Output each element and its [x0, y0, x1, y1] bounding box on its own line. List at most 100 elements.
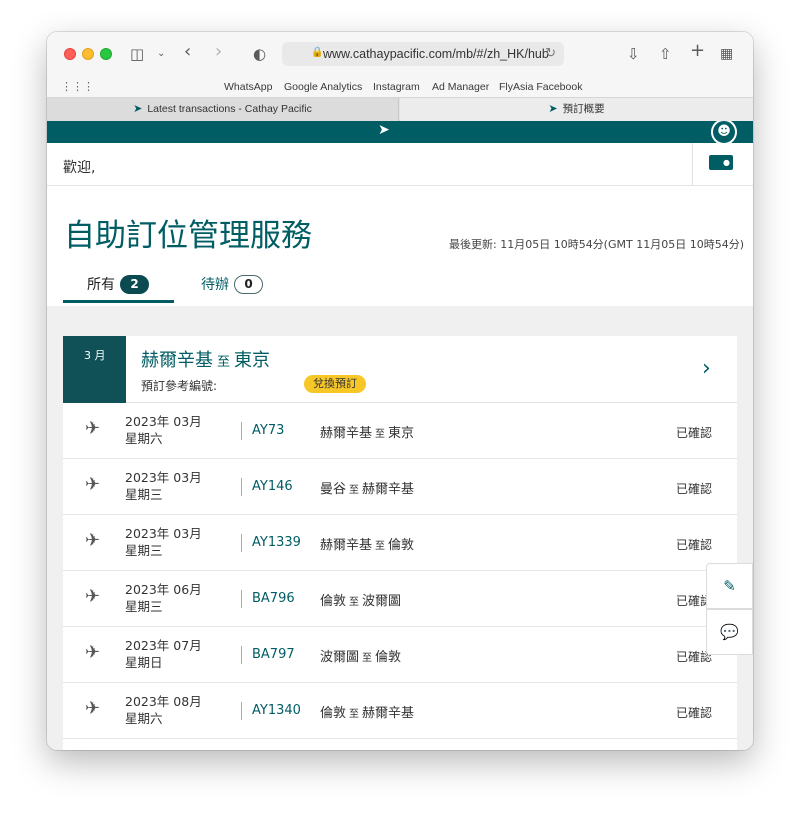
tab-pending-count: 0	[234, 275, 263, 294]
flight-date-month: 2023年 03月	[125, 526, 202, 541]
edit-note-icon[interactable]: ✎	[706, 563, 753, 609]
booking-route[interactable]: 赫爾辛基至東京	[141, 346, 270, 372]
tab-title: Latest transactions - Cathay Pacific	[147, 103, 312, 115]
flight-destination: 倫敦	[388, 538, 415, 553]
bookmark-ad-manager[interactable]: Ad Manager	[432, 81, 489, 93]
bookmarks-bar: ⋮⋮⋮ WhatsApp Google Analytics Instagram …	[47, 77, 753, 97]
cathay-favicon-icon: ➤	[133, 103, 143, 115]
tab-pending[interactable]: 待辦 0	[201, 274, 263, 294]
flight-date: 2023年 06月 星期三	[125, 581, 202, 615]
new-tab-icon[interactable]: +	[690, 41, 705, 61]
flight-date: 2023年 03月 星期三	[125, 469, 202, 503]
tab-bar: ➤ Latest transactions - Cathay Pacific ➤ 預…	[47, 97, 753, 121]
flight-to-word: 至	[349, 597, 360, 608]
flight-route: 倫敦至赫爾辛基	[320, 702, 414, 721]
chevron-right-icon[interactable]: ›	[702, 356, 711, 381]
flight-date: 2023年 03月 星期六	[125, 413, 202, 447]
flight-origin: 倫敦	[320, 706, 347, 721]
lock-icon: 🔒	[311, 47, 324, 58]
tab-booking-summary[interactable]: ➤ 預訂概要	[400, 98, 753, 121]
tab-all[interactable]: 所有 2	[87, 274, 149, 294]
flight-weekday: 星期三	[125, 599, 163, 614]
bookmark-flyasia-facebook[interactable]: FlyAsia Facebook	[499, 81, 582, 93]
divider	[241, 646, 242, 664]
flight-number: BA797	[252, 647, 295, 662]
address-bar[interactable]: 🔒 www.cathaypacific.com/mb/#/zh_HK/hub ↻	[282, 42, 564, 66]
flight-route: 赫爾辛基至東京	[320, 422, 414, 441]
tab-overview-icon[interactable]: ▦	[720, 44, 733, 64]
flight-destination: 赫爾辛基	[362, 706, 415, 721]
flight-origin: 曼谷	[320, 482, 347, 497]
flight-route: 倫敦至波爾圖	[320, 590, 401, 609]
divider	[241, 702, 242, 720]
flight-date-month: 2023年 06月	[125, 582, 202, 597]
flight-row[interactable]: ✈ 2023年 03月 星期六 AY73 赫爾辛基至東京 已確認	[63, 403, 737, 459]
booking-month: 3 月	[63, 336, 126, 403]
flight-row[interactable]: ✈ 2023年 03月 星期三 AY146 曼谷至赫爾辛基 已確認	[63, 459, 737, 515]
divider	[692, 143, 693, 186]
plane-icon: ✈	[85, 474, 101, 495]
chevron-down-icon[interactable]: ⌄	[157, 44, 165, 64]
minimize-window-button[interactable]	[82, 48, 94, 60]
tab-latest-transactions[interactable]: ➤ Latest transactions - Cathay Pacific	[47, 98, 399, 121]
tab-all-label: 所有	[87, 277, 115, 293]
flight-to-word: 至	[349, 485, 360, 496]
active-tab-indicator	[63, 300, 174, 303]
flight-row[interactable]: ✈ 2023年 06月 星期三 BA796 倫敦至波爾圖 已確認	[63, 571, 737, 627]
download-icon[interactable]: ⇩	[627, 44, 640, 64]
flight-weekday: 星期三	[125, 543, 163, 558]
flight-number: AY1340	[252, 703, 301, 718]
cathay-logo-icon[interactable]: ➤	[378, 122, 390, 138]
last-updated: 最後更新: 11月05日 10時54分(GMT 11月05日 10時54分)	[449, 238, 744, 251]
tab-pending-label: 待辦	[201, 277, 229, 293]
flight-number: AY73	[252, 423, 285, 438]
welcome-bar: 歡迎, ●	[47, 143, 753, 186]
divider	[241, 478, 242, 496]
flight-row[interactable]: ✈ 2023年 03月 星期三 AY1339 赫爾辛基至倫敦 已確認	[63, 515, 737, 571]
grid-icon[interactable]: ⋮⋮⋮	[61, 80, 94, 93]
booking-reference-label: 預訂參考編號:	[141, 379, 218, 393]
chat-icon[interactable]: 💬	[706, 609, 753, 655]
back-icon[interactable]: ‹	[184, 42, 191, 62]
shield-icon[interactable]: ◐	[253, 44, 266, 64]
flight-route: 曼谷至赫爾辛基	[320, 478, 414, 497]
flight-status: 已確認	[676, 706, 713, 720]
profile-icon[interactable]: ☻	[711, 121, 737, 145]
flight-destination: 赫爾辛基	[362, 482, 415, 497]
bookmark-instagram[interactable]: Instagram	[373, 81, 420, 93]
bookmark-whatsapp[interactable]: WhatsApp	[224, 81, 272, 93]
wallet-icon[interactable]: ●	[709, 155, 733, 170]
flight-number: AY146	[252, 479, 293, 494]
flight-to-word: 至	[375, 541, 386, 552]
flight-destination: 波爾圖	[362, 594, 402, 609]
flight-row[interactable]: ✈ 2023年 07月 星期日 BA797 波爾圖至倫敦 已確認	[63, 627, 737, 683]
flight-weekday: 星期六	[125, 431, 163, 446]
zoom-window-button[interactable]	[100, 48, 112, 60]
share-icon[interactable]: ⇧	[659, 44, 672, 64]
page-content: ➤ ☻ 歡迎, ● 自助訂位管理服務 最後更新: 11月05日 10時54分(G…	[47, 121, 753, 750]
flight-to-word: 至	[362, 653, 373, 664]
bookmark-google-analytics[interactable]: Google Analytics	[284, 81, 362, 93]
booking-to-word: 至	[217, 355, 231, 370]
booking-origin: 赫爾辛基	[141, 350, 213, 371]
browser-window: ◫ ⌄ ‹ › ◐ 🔒 www.cathaypacific.com/mb/#/z…	[47, 32, 753, 750]
tab-title: 預訂概要	[562, 103, 605, 115]
flight-origin: 波爾圖	[320, 650, 360, 665]
booking-destination: 東京	[234, 350, 271, 371]
close-window-button[interactable]	[64, 48, 76, 60]
booking-card-header[interactable]: 3 月 赫爾辛基至東京 預訂參考編號: 兌換預訂 ›	[63, 336, 737, 403]
flight-route: 波爾圖至倫敦	[320, 646, 401, 665]
forward-icon[interactable]: ›	[215, 42, 222, 62]
flight-date: 2023年 07月 星期日	[125, 637, 202, 671]
flight-weekday: 星期六	[125, 711, 163, 726]
cathay-favicon-icon: ➤	[548, 103, 558, 115]
plane-icon: ✈	[85, 698, 101, 719]
flight-destination: 倫敦	[375, 650, 402, 665]
browser-toolbar: ◫ ⌄ ‹ › ◐ 🔒 www.cathaypacific.com/mb/#/z…	[47, 32, 753, 77]
reload-icon[interactable]: ↻	[545, 45, 556, 61]
flight-row[interactable]: ✈ 2023年 08月 星期六 AY1340 倫敦至赫爾辛基 已確認	[63, 683, 737, 739]
flight-weekday: 星期日	[125, 655, 163, 670]
url-text[interactable]: www.cathaypacific.com/mb/#/zh_HK/hub	[323, 47, 549, 61]
sidebar-icon[interactable]: ◫	[130, 44, 144, 64]
flight-number: BA796	[252, 591, 295, 606]
